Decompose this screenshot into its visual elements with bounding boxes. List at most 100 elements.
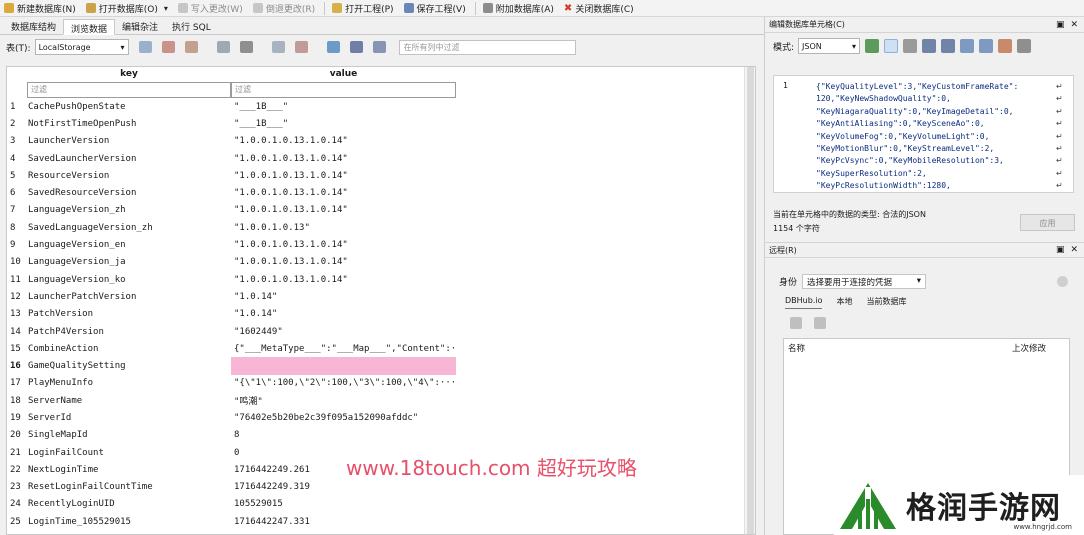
cell-editor[interactable]: 1 {"KeyQualityLevel":3,"KeyCustomFrameRa…: [773, 75, 1074, 193]
key-cell[interactable]: SingleMapId: [27, 430, 231, 440]
value-cell[interactable]: "1.0.0.1.0.13.1.0.14": [231, 254, 456, 271]
column-header-last-modified[interactable]: 上次修改: [1012, 342, 1046, 354]
row-number[interactable]: 6: [7, 188, 27, 198]
value-cell[interactable]: "1602449": [231, 323, 456, 340]
table-row[interactable]: 5 ResourceVersion "1.0.0.1.0.13.1.0.14": [7, 167, 755, 184]
key-cell[interactable]: RecentlyLoginUID: [27, 499, 231, 509]
value-cell[interactable]: 8: [231, 427, 456, 444]
table-row[interactable]: 7 LanguageVersion_zh "1.0.0.1.0.13.1.0.14": [7, 202, 755, 219]
indent-icon[interactable]: [903, 39, 918, 53]
row-number[interactable]: 17: [7, 378, 27, 388]
key-cell[interactable]: SavedLauncherVersion: [27, 154, 231, 164]
save-project-button[interactable]: 保存工程(V): [400, 1, 472, 16]
value-cell[interactable]: "1.0.0.1.0.13.1.0.14": [231, 133, 456, 150]
key-cell[interactable]: ResetLoginFailCountTime: [27, 482, 231, 492]
table-row[interactable]: 11 LanguageVersion_ko "1.0.0.1.0.13.1.0.14…: [7, 271, 755, 288]
value-cell[interactable]: "1.0.0.1.0.13.1.0.14": [231, 167, 456, 184]
value-filter-input[interactable]: 过滤: [231, 82, 456, 98]
key-cell[interactable]: PatchP4Version: [27, 327, 231, 337]
value-cell[interactable]: {"___MetaType___":"___Map___","Content":…: [231, 340, 456, 357]
table-row[interactable]: 18 ServerName "鸣潮": [7, 392, 755, 409]
identity-select[interactable]: 选择要用于连接的凭据 ▾: [802, 274, 927, 289]
value-cell[interactable]: "1.0.0.1.0.13.1.0.14": [231, 236, 456, 253]
row-number[interactable]: 20: [7, 430, 27, 440]
row-number[interactable]: 9: [7, 240, 27, 250]
value-cell[interactable]: 1716442247.331: [231, 513, 456, 530]
row-number[interactable]: 19: [7, 413, 27, 423]
open-database-button[interactable]: 打开数据库(O) ▾: [82, 1, 174, 16]
subtab-dbhub[interactable]: DBHub.io: [785, 296, 823, 309]
row-number[interactable]: 16: [7, 361, 27, 371]
font-icon[interactable]: [372, 41, 386, 53]
table-row[interactable]: 23 ResetLoginFailCountTime 1716442249.319: [7, 479, 755, 496]
value-cell[interactable]: 1716442249.319: [231, 479, 456, 496]
row-number[interactable]: 13: [7, 309, 27, 319]
open-project-button[interactable]: 打开工程(P): [328, 1, 399, 16]
key-cell[interactable]: NextLoginTime: [27, 465, 231, 475]
close-icon[interactable]: ✕: [1070, 20, 1078, 30]
table-row[interactable]: 17 PlayMenuInfo "{\"1\":100,\"2\":100,\"3\…: [7, 375, 755, 392]
row-number[interactable]: 5: [7, 171, 27, 181]
tab-edit-pragmas[interactable]: 编辑杂注: [115, 18, 165, 34]
table-row[interactable]: 20 SingleMapId 8: [7, 427, 755, 444]
find-replace-icon[interactable]: [349, 41, 363, 53]
key-cell[interactable]: SavedLanguageVersion_zh: [27, 223, 231, 233]
key-cell[interactable]: LoginTime_105529015: [27, 517, 231, 527]
row-number[interactable]: 21: [7, 448, 27, 458]
key-cell[interactable]: LanguageVersion_en: [27, 240, 231, 250]
key-cell[interactable]: LoginFailCount: [27, 448, 231, 458]
row-number[interactable]: 24: [7, 499, 27, 509]
clone-icon[interactable]: [790, 317, 802, 329]
import-icon[interactable]: [922, 39, 937, 53]
row-number[interactable]: 22: [7, 465, 27, 475]
evaluate-icon[interactable]: [998, 39, 1013, 53]
global-filter-input[interactable]: 在所有列中过滤: [398, 39, 576, 55]
apply-button[interactable]: 应用: [1020, 214, 1075, 231]
row-number[interactable]: 3: [7, 136, 27, 146]
mode-select[interactable]: JSON ▾: [798, 38, 861, 54]
write-changes-button[interactable]: 写入更改(W): [174, 1, 249, 16]
table-row[interactable]: 15 CombineAction {"___MetaType___":"___Map…: [7, 340, 755, 357]
key-cell[interactable]: LanguageVersion_zh: [27, 205, 231, 215]
row-number[interactable]: 25: [7, 517, 27, 527]
key-filter-input[interactable]: 过滤: [27, 82, 231, 98]
close-icon[interactable]: ✕: [1070, 245, 1078, 255]
row-number[interactable]: 23: [7, 482, 27, 492]
print-icon[interactable]: [1017, 39, 1032, 53]
row-number[interactable]: 11: [7, 275, 27, 285]
key-cell[interactable]: CachePushOpenState: [27, 102, 231, 112]
row-number[interactable]: 7: [7, 205, 27, 215]
revert-changes-button[interactable]: 倒退更改(R): [249, 1, 321, 16]
column-header-value[interactable]: value: [231, 67, 456, 82]
value-cell[interactable]: "1.0.0.1.0.13.1.0.14": [231, 202, 456, 219]
dropdown-arrow-icon[interactable]: ▾: [164, 4, 168, 13]
value-cell[interactable]: 105529015: [231, 496, 456, 513]
row-number[interactable]: 10: [7, 257, 27, 267]
table-row[interactable]: 2 NotFirstTimeOpenPush "___1B___": [7, 115, 755, 132]
key-cell[interactable]: CombineAction: [27, 344, 231, 354]
value-cell-selected[interactable]: {"KeyQualityLevel":···: [231, 357, 456, 375]
attach-database-button[interactable]: 附加数据库(A): [479, 1, 560, 16]
row-number[interactable]: 8: [7, 223, 27, 233]
key-cell[interactable]: LauncherVersion: [27, 136, 231, 146]
table-row[interactable]: 9 LanguageVersion_en "1.0.0.1.0.13.1.0.14": [7, 236, 755, 253]
key-cell[interactable]: ResourceVersion: [27, 171, 231, 181]
value-cell[interactable]: "___1B___": [231, 98, 456, 115]
float-icon[interactable]: ▣: [1056, 20, 1065, 30]
row-number[interactable]: 18: [7, 396, 27, 406]
save-filter-icon[interactable]: [216, 41, 230, 53]
export-icon[interactable]: [941, 39, 956, 53]
key-cell[interactable]: PatchVersion: [27, 309, 231, 319]
value-cell[interactable]: "___1B___": [231, 115, 456, 132]
row-number[interactable]: 15: [7, 344, 27, 354]
table-row[interactable]: 16 GameQualitySetting {"KeyQualityLevel":·…: [7, 357, 755, 375]
value-cell[interactable]: "1.0.0.1.0.13": [231, 219, 456, 236]
subtab-local[interactable]: 本地: [836, 296, 852, 309]
value-cell[interactable]: "{\"1\":100,\"2\":100,\"3\":100,\"4\":··…: [231, 375, 456, 392]
row-number[interactable]: 2: [7, 119, 27, 129]
row-number[interactable]: 4: [7, 154, 27, 164]
table-row[interactable]: 13 PatchVersion "1.0.14": [7, 306, 755, 323]
key-cell[interactable]: LanguageVersion_ko: [27, 275, 231, 285]
user-icon[interactable]: [1057, 276, 1068, 287]
table-row[interactable]: 25 LoginTime_105529015 1716442247.331: [7, 513, 755, 530]
